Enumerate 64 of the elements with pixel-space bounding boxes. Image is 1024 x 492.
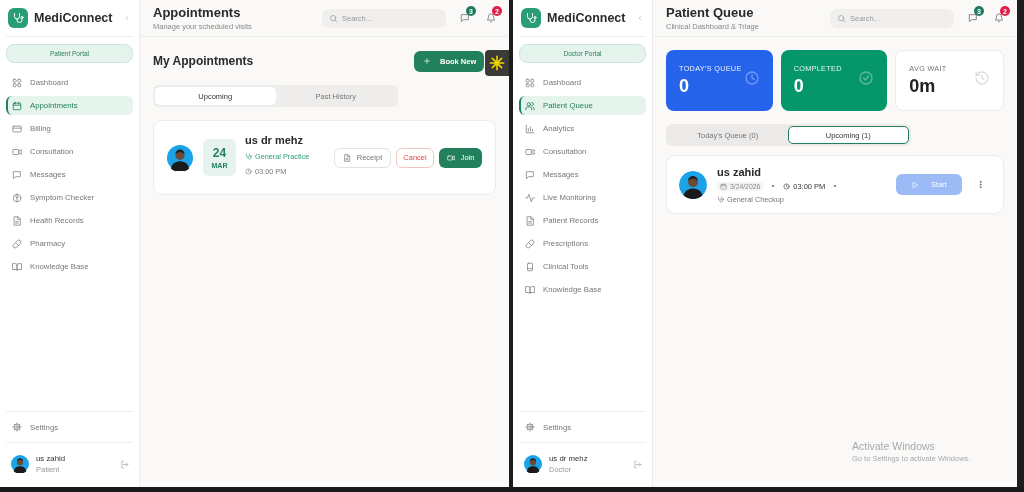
grid-icon	[12, 77, 22, 88]
chat-bubble-icon	[968, 13, 978, 23]
book-icon	[12, 261, 22, 272]
stethoscope-icon	[245, 152, 252, 160]
bell-icon	[486, 13, 496, 23]
page-title: Appointments	[153, 5, 242, 20]
stat-value: 0	[679, 76, 690, 97]
search-icon	[329, 13, 338, 23]
plus-icon	[423, 57, 431, 65]
app-name: MediConnect	[547, 11, 627, 25]
avatar	[524, 455, 542, 473]
logout-icon[interactable]	[120, 459, 129, 469]
date-day: 24	[212, 146, 227, 160]
chevron-icon[interactable]	[636, 14, 644, 22]
history-icon	[974, 69, 990, 86]
logo-icon	[521, 8, 541, 28]
stethoscope-icon	[717, 195, 724, 203]
calendar-icon	[12, 100, 22, 111]
activation-title: Activate Windows	[852, 440, 936, 452]
play-icon	[911, 180, 920, 189]
section-heading: My Appointments	[153, 54, 254, 68]
video-camera-icon	[12, 146, 22, 157]
logout-icon[interactable]	[633, 459, 642, 469]
bar-chart-icon	[525, 123, 535, 134]
check-circle-icon	[858, 69, 875, 86]
floating-widget-button[interactable]	[485, 50, 509, 76]
search-icon	[837, 13, 846, 23]
clipboard-icon	[525, 261, 535, 272]
doctor-name: us dr mehz	[245, 133, 305, 146]
stat-value: 0	[793, 76, 805, 97]
clock-icon	[743, 69, 760, 86]
pulse-icon	[525, 192, 535, 203]
pill-icon	[525, 238, 535, 249]
credit-card-icon	[12, 123, 22, 134]
chevron-icon[interactable]	[123, 14, 131, 22]
calendar-icon	[720, 182, 727, 190]
users-icon	[525, 100, 535, 111]
chat-bubble-icon	[12, 169, 22, 180]
avatar	[167, 144, 193, 171]
video-camera-icon	[525, 146, 535, 157]
compass-icon	[12, 192, 22, 203]
bell-icon	[994, 13, 1004, 23]
page-title: Patient Queue	[666, 5, 755, 20]
avatar	[11, 455, 29, 473]
chat-bubble-icon	[460, 13, 470, 23]
clock-icon	[783, 182, 791, 190]
book-icon	[525, 284, 535, 295]
settings-icon	[525, 422, 535, 432]
clock-icon	[245, 167, 252, 175]
app-name: MediConnect	[34, 11, 114, 25]
video-camera-icon	[446, 153, 455, 162]
grid-icon	[525, 77, 535, 88]
document-icon	[525, 215, 535, 226]
chat-bubble-icon	[525, 169, 535, 180]
avatar	[679, 170, 707, 199]
sparkle-icon	[489, 55, 505, 71]
patient-name: us zahid	[717, 165, 762, 178]
pill-icon	[12, 238, 22, 249]
settings-icon	[12, 422, 22, 432]
document-icon	[342, 153, 351, 162]
stat-value: 0m	[909, 76, 937, 97]
document-icon	[12, 215, 22, 226]
logo-icon	[8, 8, 28, 28]
more-options-icon[interactable]	[976, 180, 985, 189]
